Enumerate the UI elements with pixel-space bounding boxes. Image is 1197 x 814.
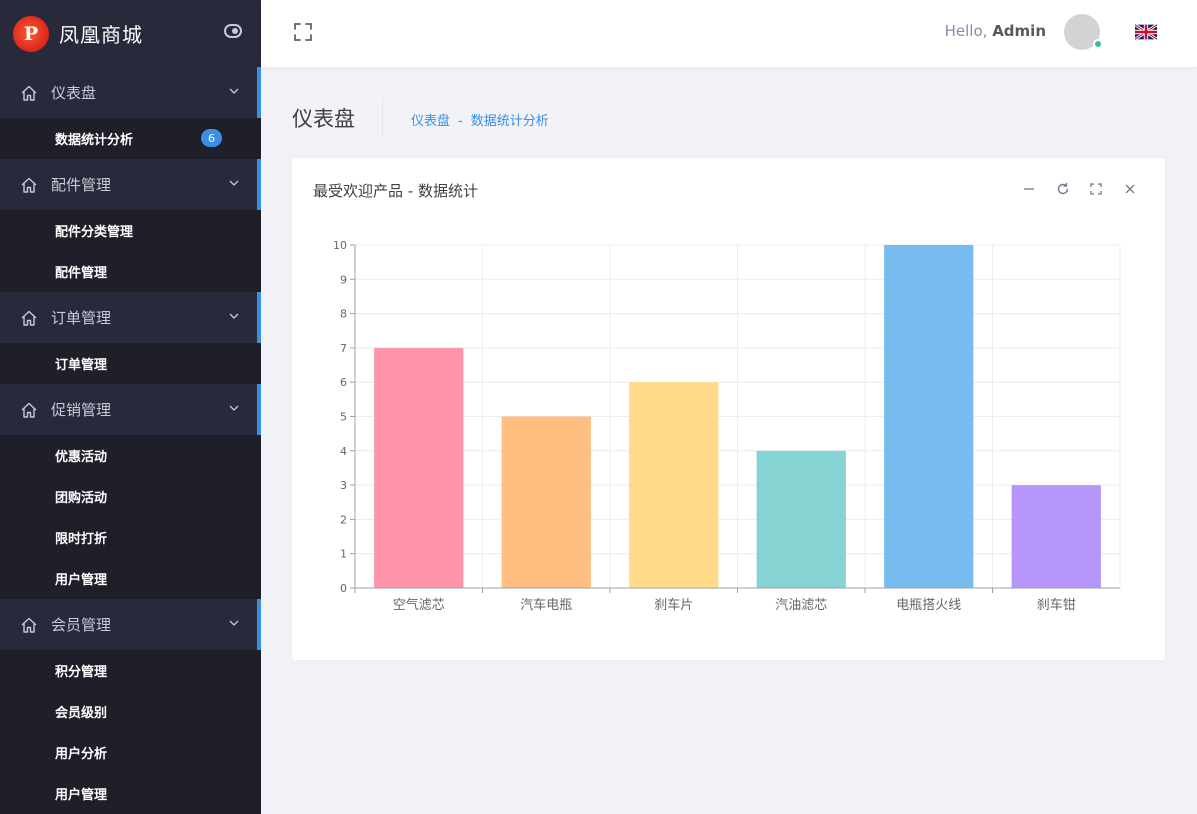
bar [756,450,846,588]
section-accent-bar [257,67,261,118]
x-tick-label: 刹车钳 [1037,597,1076,613]
sidebar-item-label: 订单管理 [55,358,108,373]
brand-name[interactable]: 凤凰商城 [59,19,143,48]
sidebar-item-label: 用户分析 [55,747,108,762]
sidebar-item-label: 会员级别 [55,706,108,721]
y-tick-label: 9 [340,273,347,286]
section-accent-bar [257,384,261,435]
y-tick-label: 0 [340,582,347,595]
sidebar-item-label: 配件管理 [55,266,108,281]
y-tick-label: 2 [340,513,347,526]
sidebar-item[interactable]: 配件管理 [0,251,261,292]
sidebar-section-label: 仪表盘 [51,84,97,102]
home-icon [21,85,37,101]
fullscreen-icon[interactable] [293,22,313,42]
chevron-down-icon [229,180,239,186]
breadcrumb-separator: - [458,114,463,129]
count-badge: 6 [201,129,222,147]
sidebar-item[interactable]: 限时打折 [0,517,261,558]
home-icon [21,310,37,326]
sidebar-item[interactable]: 会员级别 [0,691,261,732]
sidebar-menu: 仪表盘 数据统计分析 6 配件管理 配件分类管理 配件管理 订单管理 订单管理 促销管理 优惠活动… [0,67,261,814]
y-tick-label: 10 [333,239,347,252]
sidebar-section-label: 配件管理 [51,176,112,194]
sidebar-item-label: 积分管理 [55,665,108,680]
section-accent-bar [257,599,261,650]
sidebar-section[interactable]: 会员管理 [0,599,261,650]
greeting-text: Hello, [944,22,988,40]
x-tick-label: 空气滤芯 [393,597,445,613]
y-tick-label: 1 [340,548,347,561]
sidebar-section[interactable]: 订单管理 [0,292,261,343]
sidebar-section-label: 订单管理 [51,309,112,327]
sidebar-item-label: 限时打折 [55,532,108,547]
y-tick-label: 4 [340,445,347,458]
top-header: Hello, Admin [261,0,1197,67]
sidebar-item-label: 用户管理 [55,788,108,803]
bar [374,347,464,588]
chevron-down-icon [229,620,239,626]
sidebar-item[interactable]: 数据统计分析 6 [0,118,261,159]
sidebar-section[interactable]: 促销管理 [0,384,261,435]
sidebar-item-label: 数据统计分析 [55,133,134,148]
chart-card: 最受欢迎产品 - 数据统计 0 1 2 3 4 5 6 7 8 9 10 空气滤芯 汽车电瓶 刹车片 汽油滤… [292,158,1165,660]
sidebar-toggle-icon[interactable] [224,24,242,38]
bar-chart: 0 1 2 3 4 5 6 7 8 9 10 空气滤芯 汽车电瓶 刹车片 汽油滤芯 电瓶搭火线 刹车钳 [333,239,1121,613]
bar [629,382,719,588]
x-tick-label: 汽车电瓶 [520,597,572,613]
sidebar-item[interactable]: 配件分类管理 [0,210,261,251]
y-tick-label: 6 [340,376,347,389]
brand-bar: P 凤凰商城 [0,0,261,67]
user-greeting[interactable]: Hello, Admin [945,22,1046,40]
logo-letter: P [23,22,39,45]
chevron-down-icon [229,313,239,319]
y-tick-label: 5 [340,411,347,424]
sidebar-item-label: 优惠活动 [55,450,108,465]
section-accent-bar [257,159,261,210]
sidebar: P 凤凰商城 仪表盘 数据统计分析 6 配件管理 配件分类管理 配件管理 订单管理 订单管理促… [0,0,261,814]
breadcrumb-data-analysis[interactable]: 数据统计分析 [471,114,549,129]
x-tick-label: 电瓶搭火线 [896,597,961,613]
bar [1011,485,1101,588]
bar [501,416,591,588]
sidebar-item-label: 配件分类管理 [55,225,134,240]
user-name: Admin [992,22,1046,40]
sidebar-item[interactable]: 用户管理 [0,558,261,599]
breadcrumb-dashboard[interactable]: 仪表盘 [411,114,450,129]
y-tick-label: 3 [340,479,347,492]
breadcrumb: 仪表盘 - 数据统计分析 [411,110,549,129]
home-icon [21,177,37,193]
x-tick-label: 刹车片 [654,597,693,613]
y-tick-label: 8 [340,308,347,321]
x-tick-label: 汽油滤芯 [775,598,827,613]
sidebar-section[interactable]: 配件管理 [0,159,261,210]
section-accent-bar [257,292,261,343]
chevron-down-icon [229,405,239,411]
sidebar-item[interactable]: 订单管理 [0,343,261,384]
sidebar-item[interactable]: 积分管理 [0,650,261,691]
sidebar-section-label: 会员管理 [51,616,112,634]
sidebar-item[interactable]: 优惠活动 [0,435,261,476]
page-title: 仪表盘 [292,107,355,131]
sidebar-item-label: 用户管理 [55,573,108,588]
uk-flag-icon[interactable] [1135,24,1157,40]
sidebar-item[interactable]: 用户管理 [0,773,261,814]
y-tick-label: 7 [340,342,347,355]
brand-logo[interactable]: P [13,15,49,52]
sidebar-item[interactable]: 用户分析 [0,732,261,773]
sidebar-section-label: 促销管理 [51,401,112,419]
home-icon [21,402,37,418]
sidebar-item[interactable]: 团购活动 [0,476,261,517]
sidebar-section[interactable]: 仪表盘 [0,67,261,118]
title-divider [382,98,383,136]
home-icon [21,617,37,633]
online-status-dot [1093,39,1103,49]
chevron-down-icon [229,88,239,94]
bar [884,245,974,588]
sidebar-item-label: 团购活动 [55,491,108,506]
